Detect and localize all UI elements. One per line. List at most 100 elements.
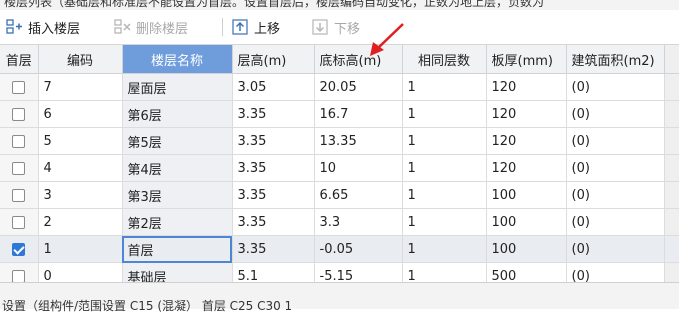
floor-name-cell[interactable]: 第6层 <box>122 100 233 128</box>
floor-name-cell[interactable]: 第5层 <box>122 127 233 155</box>
table-row[interactable]: 5 第5层 3.35 13.35 1 120 (0) <box>0 127 679 155</box>
col-header-slab-thickness[interactable]: 板厚(mm) <box>486 45 567 74</box>
code-cell[interactable]: 2 <box>38 208 123 236</box>
col-header-building-area[interactable]: 建筑面积(m2) <box>566 45 665 74</box>
floor-table: 首层 编码 楼层名称 层高(m) 底标高(m) 相同层数 板厚(mm) 建筑面积… <box>0 45 679 290</box>
same-count-cell[interactable]: 1 <box>402 127 487 155</box>
col-header-floor-height[interactable]: 层高(m) <box>232 45 315 74</box>
slab-thickness-cell[interactable]: 100 <box>486 235 567 263</box>
building-area-cell[interactable]: (0) <box>566 235 665 263</box>
table-row[interactable]: 3 第3层 3.35 6.65 1 100 (0) <box>0 181 679 209</box>
same-count-cell[interactable]: 1 <box>402 100 487 128</box>
first-floor-checkbox[interactable] <box>12 161 26 175</box>
floor-height-cell[interactable]: 3.35 <box>232 208 315 236</box>
table-row[interactable]: 7 屋面层 3.05 20.05 1 120 (0) <box>0 73 679 101</box>
slab-thickness-cell[interactable]: 120 <box>486 100 567 128</box>
first-floor-checkbox[interactable] <box>12 269 26 283</box>
first-floor-checkbox[interactable] <box>12 107 26 121</box>
same-count-cell[interactable]: 1 <box>402 235 487 263</box>
same-count-cell[interactable]: 1 <box>402 73 487 101</box>
floor-list-note: 楼层列表（基础层和标准层不能设置为首层。设置首层后，楼层编码自动变化，正数为地上… <box>0 0 679 10</box>
move-up-button[interactable]: 上移 <box>232 16 280 38</box>
code-cell[interactable]: 6 <box>38 100 123 128</box>
arrow-up-icon <box>232 19 248 35</box>
row-filler <box>664 154 679 182</box>
building-area-cell[interactable]: (0) <box>566 73 665 101</box>
row-filler <box>664 208 679 236</box>
bottom-elevation-cell[interactable]: 16.7 <box>314 100 403 128</box>
bottom-elevation-cell[interactable]: -0.05 <box>314 235 403 263</box>
arrow-down-icon <box>312 19 328 35</box>
bottom-elevation-cell[interactable]: 13.35 <box>314 127 403 155</box>
bottom-elevation-cell[interactable]: 20.05 <box>314 73 403 101</box>
slab-thickness-cell[interactable]: 120 <box>486 154 567 182</box>
slab-thickness-cell[interactable]: 120 <box>486 73 567 101</box>
first-floor-checkbox[interactable] <box>12 215 26 229</box>
building-area-cell[interactable]: (0) <box>566 100 665 128</box>
floor-name-cell[interactable]: 第3层 <box>122 181 233 209</box>
first-floor-cell <box>0 181 39 209</box>
first-floor-cell <box>0 235 39 263</box>
first-floor-checkbox[interactable] <box>12 134 26 148</box>
row-filler <box>664 73 679 101</box>
floor-list-note-text: 楼层列表（基础层和标准层不能设置为首层。设置首层后，楼层编码自动变化，正数为地上… <box>4 0 545 9</box>
floor-name-cell[interactable]: 首层 <box>122 235 233 263</box>
col-header-same-count[interactable]: 相同层数 <box>402 45 487 74</box>
floor-name-cell[interactable]: 第2层 <box>122 208 233 236</box>
floor-toolbar: 插入楼层 删除楼层 上移 下移 <box>0 10 679 45</box>
code-cell[interactable]: 1 <box>38 235 123 263</box>
insert-floor-icon <box>6 19 22 34</box>
bottom-settings-bar: 设置（组构件/范围设置 C15 (混凝） 首层 C25 C30 1 <box>0 282 679 313</box>
floor-height-cell[interactable]: 3.35 <box>232 100 315 128</box>
slab-thickness-cell[interactable]: 100 <box>486 181 567 209</box>
same-count-cell[interactable]: 1 <box>402 208 487 236</box>
building-area-cell[interactable]: (0) <box>566 208 665 236</box>
row-filler <box>664 100 679 128</box>
first-floor-checkbox[interactable] <box>12 80 26 94</box>
delete-floor-button[interactable]: 删除楼层 <box>114 16 188 38</box>
building-area-cell[interactable]: (0) <box>566 181 665 209</box>
same-count-cell[interactable]: 1 <box>402 181 487 209</box>
col-header-bottom-elevation[interactable]: 底标高(m) <box>314 45 403 74</box>
table-row[interactable]: 1 首层 3.35 -0.05 1 100 (0) <box>0 235 679 263</box>
first-floor-cell <box>0 73 39 101</box>
first-floor-cell <box>0 127 39 155</box>
bottom-elevation-cell[interactable]: 6.65 <box>314 181 403 209</box>
floor-height-cell[interactable]: 3.35 <box>232 154 315 182</box>
row-filler <box>664 235 679 263</box>
bottom-elevation-cell[interactable]: 3.3 <box>314 208 403 236</box>
col-header-floor-name[interactable]: 楼层名称 <box>122 45 233 74</box>
code-cell[interactable]: 3 <box>38 181 123 209</box>
code-cell[interactable]: 7 <box>38 73 123 101</box>
building-area-cell[interactable]: (0) <box>566 127 665 155</box>
floor-height-cell[interactable]: 3.35 <box>232 181 315 209</box>
floor-name-cell[interactable]: 第4层 <box>122 154 233 182</box>
delete-floor-icon <box>114 19 131 34</box>
floor-height-cell[interactable]: 3.35 <box>232 127 315 155</box>
first-floor-checkbox[interactable] <box>12 242 26 256</box>
building-area-cell[interactable]: (0) <box>566 154 665 182</box>
slab-thickness-cell[interactable]: 120 <box>486 127 567 155</box>
table-row[interactable]: 6 第6层 3.35 16.7 1 120 (0) <box>0 100 679 128</box>
first-floor-checkbox[interactable] <box>12 188 26 202</box>
delete-floor-label: 删除楼层 <box>136 21 189 37</box>
bottom-elevation-cell[interactable]: 10 <box>314 154 403 182</box>
move-up-label: 上移 <box>254 21 281 37</box>
floor-height-cell[interactable]: 3.05 <box>232 73 315 101</box>
floor-name-cell[interactable]: 屋面层 <box>122 73 233 101</box>
first-floor-cell <box>0 208 39 236</box>
first-floor-cell <box>0 154 39 182</box>
col-header-code[interactable]: 编码 <box>38 45 123 74</box>
insert-floor-button[interactable]: 插入楼层 <box>6 16 80 38</box>
same-count-cell[interactable]: 1 <box>402 154 487 182</box>
move-down-button[interactable]: 下移 <box>312 16 360 38</box>
floor-height-cell[interactable]: 3.35 <box>232 235 315 263</box>
slab-thickness-cell[interactable]: 100 <box>486 208 567 236</box>
move-down-label: 下移 <box>334 21 361 37</box>
code-cell[interactable]: 4 <box>38 154 123 182</box>
col-header-first-floor[interactable]: 首层 <box>0 45 39 74</box>
code-cell[interactable]: 5 <box>38 127 123 155</box>
table-row[interactable]: 4 第4层 3.35 10 1 120 (0) <box>0 154 679 182</box>
table-row[interactable]: 2 第2层 3.35 3.3 1 100 (0) <box>0 208 679 236</box>
toolbar-separator <box>222 18 223 36</box>
